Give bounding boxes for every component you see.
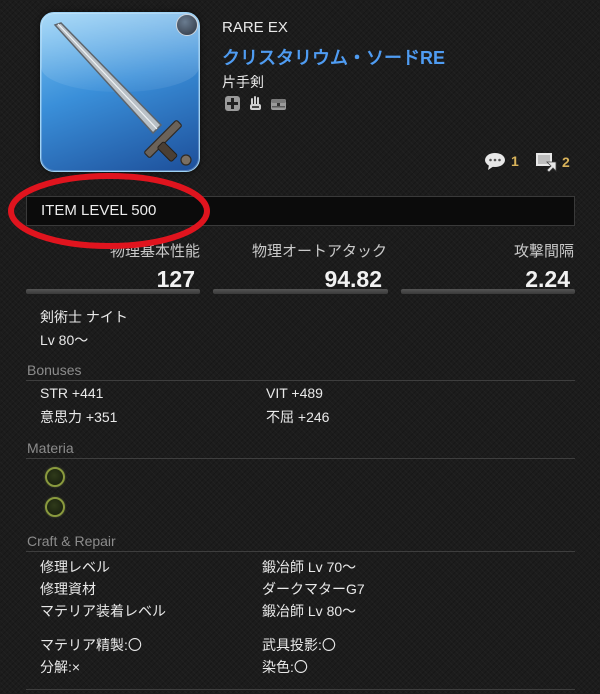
section-divider: [26, 458, 575, 459]
stat-label-auto-attack: 物理オートアタック: [252, 243, 388, 260]
level-requirement: Lv 80～: [40, 332, 89, 348]
materia-slot[interactable]: [45, 467, 65, 487]
item-name[interactable]: クリスタリウム・ソードRE: [222, 44, 445, 70]
comment-count[interactable]: 1: [484, 152, 519, 170]
equippable-classes: 剣術士 ナイト: [40, 309, 128, 325]
repair-level-value: 鍛冶師 Lv 70～: [262, 559, 357, 575]
collectable-ring-icon[interactable]: [176, 14, 198, 36]
repair-material-value[interactable]: ダークマターG7: [262, 579, 365, 599]
extractable-flag: マテリア精製:〇: [40, 637, 142, 653]
glove-icon: [250, 96, 261, 110]
materia-slot[interactable]: [45, 497, 65, 517]
chest-icon: [271, 99, 286, 110]
share-arrow-icon: [536, 153, 557, 172]
item-level: ITEM LEVEL 500: [41, 202, 157, 219]
repair-cross-icon: [225, 96, 240, 111]
item-category: 片手剣: [222, 74, 264, 90]
repair-level-label: 修理レベル: [40, 559, 110, 575]
stat-label-delay: 攻撃間隔: [513, 243, 574, 260]
bonuses-heading: Bonuses: [27, 362, 82, 378]
section-divider: [26, 551, 575, 552]
share-count-value: 2: [562, 154, 570, 170]
rarity-label: RARE EX: [222, 19, 288, 36]
sword-icon: [53, 22, 192, 166]
bonus-stat: 不屈 +246: [266, 409, 330, 425]
materia-melding-level-value: 鍛冶師 Lv 80～: [262, 603, 357, 619]
dyeable-flag: 染色:〇: [262, 659, 308, 675]
desynthesizable-flag: 分解:×: [40, 659, 81, 675]
section-divider: [26, 689, 575, 690]
projectable-flag: 武具投影:〇: [262, 637, 336, 653]
stat-divider: [213, 289, 388, 294]
stat-label-physical-damage: 物理基本性能: [109, 243, 200, 260]
comment-count-value: 1: [511, 153, 519, 169]
section-divider: [26, 380, 575, 381]
stat-divider: [401, 289, 575, 294]
craft-repair-heading: Craft & Repair: [27, 533, 116, 549]
item-badge-icons: [224, 95, 287, 113]
speech-bubble-icon: [485, 153, 505, 170]
share-count[interactable]: 2: [535, 152, 570, 172]
materia-melding-level-label: マテリア装着レベル: [40, 603, 166, 619]
repair-material-label: 修理資材: [40, 581, 96, 597]
bonus-stat: 意思力 +351: [40, 409, 118, 425]
bonus-stat: VIT +489: [266, 385, 323, 401]
item-icon-sword: [40, 12, 200, 172]
bonus-stat: STR +441: [40, 385, 104, 401]
materia-heading: Materia: [27, 440, 74, 456]
stat-divider: [26, 289, 200, 294]
